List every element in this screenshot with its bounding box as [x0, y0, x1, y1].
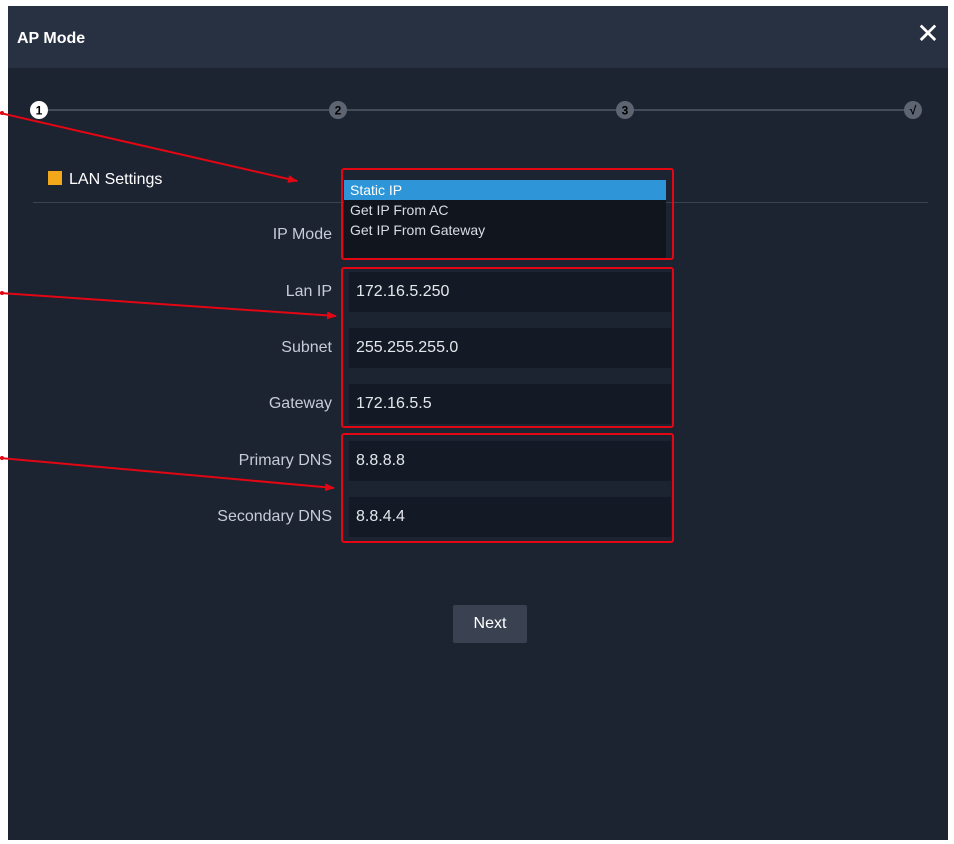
step-3: 3: [616, 101, 634, 119]
svg-text:√: √: [910, 104, 917, 118]
svg-text:3: 3: [622, 104, 629, 118]
step-1: 1: [30, 101, 48, 119]
subnet-input[interactable]: 255.255.255.0: [349, 328, 671, 368]
gateway-label: Gateway: [268, 395, 332, 412]
section-marker-icon: [48, 171, 62, 185]
primary-dns-label: Primary DNS: [238, 452, 332, 469]
ip-mode-option-static[interactable]: Static IP: [344, 180, 666, 200]
section-title: LAN Settings: [69, 171, 163, 188]
secondary-dns-input[interactable]: 8.8.4.4: [349, 497, 671, 537]
svg-text:2: 2: [335, 104, 342, 118]
step-2: 2: [329, 101, 347, 119]
ip-mode-option-gateway[interactable]: Get IP From Gateway: [344, 220, 666, 240]
step-done: √: [904, 101, 922, 119]
next-button[interactable]: Next: [453, 605, 527, 643]
svg-text:1: 1: [36, 104, 43, 118]
lan-ip-input[interactable]: 172.16.5.250: [349, 272, 671, 312]
gateway-input[interactable]: 172.16.5.5: [349, 384, 671, 424]
subnet-label: Subnet: [281, 339, 332, 356]
primary-dns-input[interactable]: 8.8.8.8: [349, 441, 671, 481]
step-progress: 1 2 3 √: [30, 101, 922, 119]
ip-mode-option-ac[interactable]: Get IP From AC: [344, 200, 666, 220]
ip-mode-select[interactable]: Static IP Get IP From AC Get IP From Gat…: [344, 180, 666, 259]
section-lan-settings: LAN Settings: [48, 171, 162, 189]
lan-ip-label: Lan IP: [285, 283, 332, 300]
secondary-dns-label: Secondary DNS: [217, 508, 332, 525]
ap-mode-dialog: AP Mode ✕ 1 2 3 √ LAN Settings IP Mode S…: [8, 6, 948, 840]
ip-mode-label: IP Mode: [272, 226, 332, 243]
